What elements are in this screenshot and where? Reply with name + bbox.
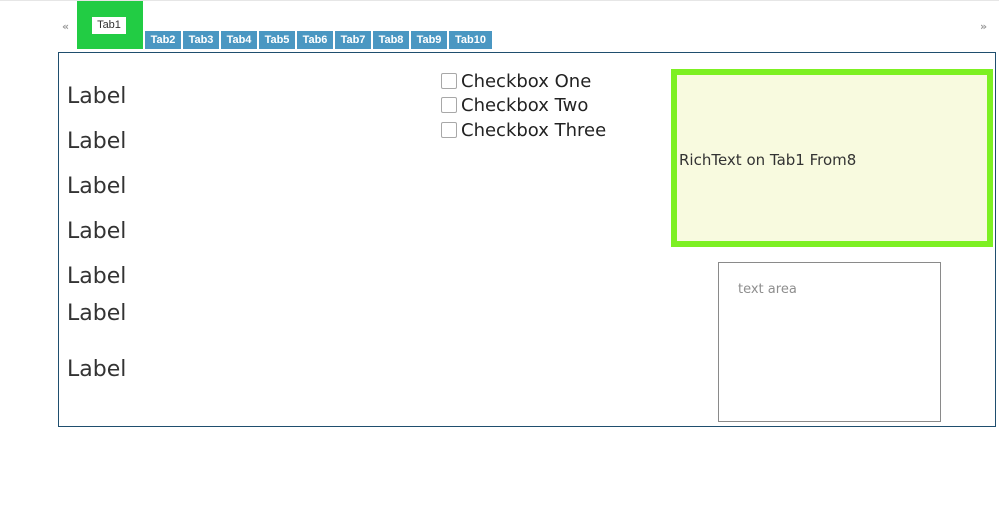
tab-tab7[interactable]: Tab7 [335, 31, 371, 49]
checkbox-one-box[interactable] [441, 73, 457, 89]
richtext-box: RichText on Tab1 From8 [671, 69, 993, 247]
checkbox-one-label: Checkbox One [461, 70, 592, 92]
label-5: Label [67, 264, 127, 289]
tab-tab8[interactable]: Tab8 [373, 31, 409, 49]
label-7: Label [67, 357, 127, 382]
text-area[interactable]: text area [718, 262, 941, 422]
tab-scroll-left-icon[interactable]: « [62, 20, 69, 34]
tab-tab5[interactable]: Tab5 [259, 31, 295, 49]
tab-tab9[interactable]: Tab9 [411, 31, 447, 49]
label-6: Label [67, 301, 127, 326]
tab-content-panel: Label Label Label Label Label Label Labe… [58, 52, 996, 427]
checkbox-two-box[interactable] [441, 97, 457, 113]
checkbox-two[interactable]: Checkbox Two [441, 94, 588, 116]
tab-tab1-label: Tab1 [92, 17, 126, 34]
tab-tab4[interactable]: Tab4 [221, 31, 257, 49]
tab-tab1[interactable]: Tab1 [77, 1, 143, 49]
label-4: Label [67, 219, 127, 244]
tab-tab2[interactable]: Tab2 [145, 31, 181, 49]
label-2: Label [67, 129, 127, 154]
tab-tab10[interactable]: Tab10 [449, 31, 492, 49]
richtext-text: RichText on Tab1 From8 [679, 151, 857, 169]
checkbox-three-box[interactable] [441, 122, 457, 138]
checkbox-three[interactable]: Checkbox Three [441, 119, 606, 141]
label-1: Label [67, 84, 127, 109]
tab-scroll-right-icon[interactable]: » [980, 20, 987, 34]
label-3: Label [67, 174, 127, 199]
tab-tab3[interactable]: Tab3 [183, 31, 219, 49]
tab-tab6[interactable]: Tab6 [297, 31, 333, 49]
checkbox-one[interactable]: Checkbox One [441, 70, 591, 92]
text-area-placeholder: text area [738, 282, 797, 297]
checkbox-three-label: Checkbox Three [461, 119, 607, 141]
checkbox-two-label: Checkbox Two [461, 94, 589, 116]
top-divider [0, 0, 999, 1]
